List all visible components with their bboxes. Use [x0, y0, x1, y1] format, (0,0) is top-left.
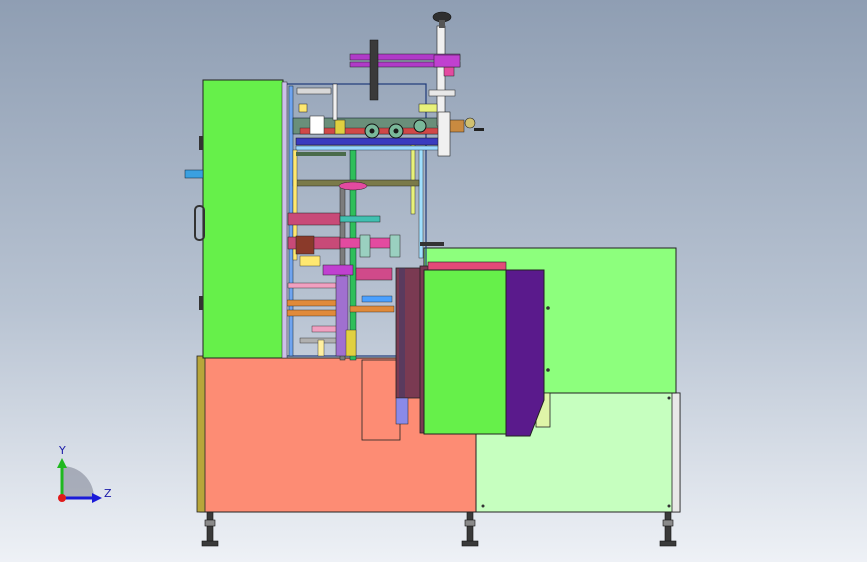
cad-viewport[interactable]: Y Z: [0, 0, 867, 562]
axis-z-label: Z: [104, 487, 112, 500]
axis-y-label: Y: [58, 444, 66, 457]
coordinate-triad: Y Z: [57, 444, 112, 503]
side-plate: [196, 355, 206, 513]
left-cabinet: [202, 79, 284, 359]
cable-port: [184, 169, 204, 179]
machine-drawing: Y Z: [57, 11, 681, 547]
leveling-feet: [201, 511, 677, 547]
